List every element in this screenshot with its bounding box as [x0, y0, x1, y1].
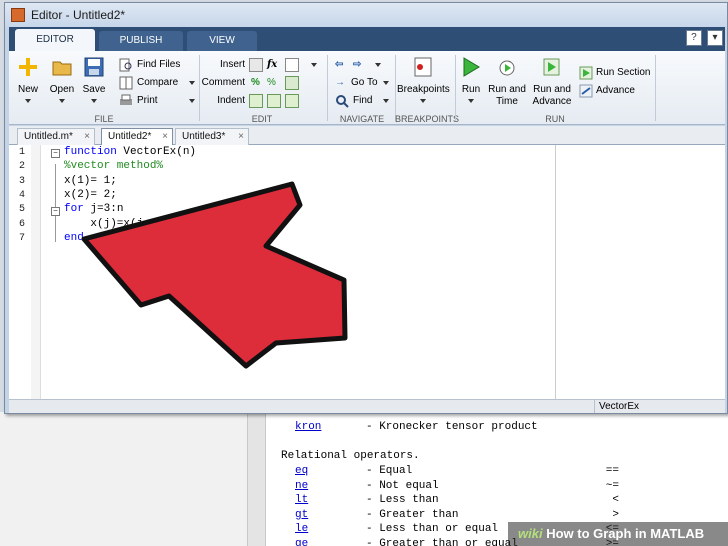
- red-annotation-arrow: [81, 181, 348, 369]
- watermark-text: How to Graph in MATLAB: [546, 526, 705, 541]
- arrow-shape: [81, 181, 348, 369]
- watermark-brand: wiki: [518, 526, 543, 541]
- watermark: wiki How to Graph in MATLAB: [508, 522, 728, 546]
